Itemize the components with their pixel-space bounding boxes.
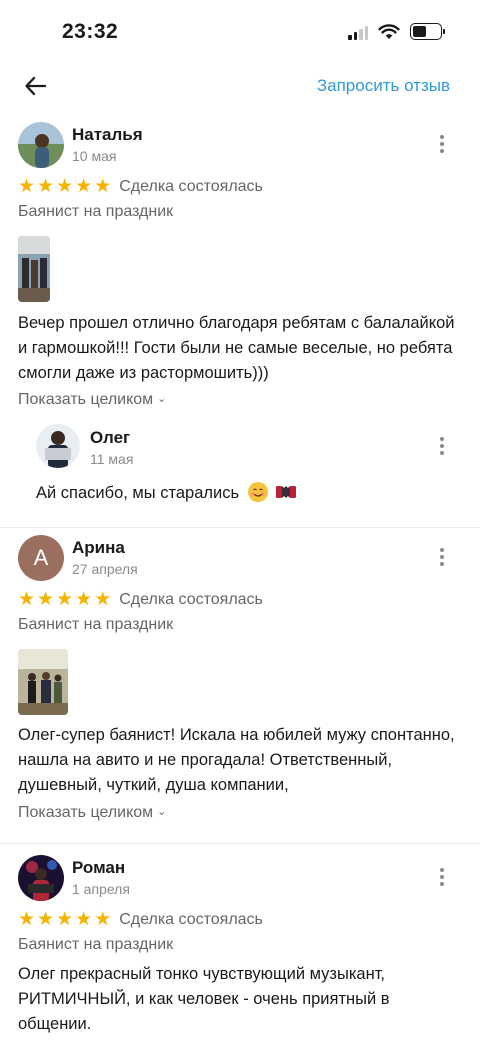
review-text: Олег-супер баянист! Искала на юбилей муж… [18, 726, 455, 794]
review-photo[interactable] [18, 236, 50, 302]
review-photo[interactable] [18, 649, 68, 715]
accordion-emoji-icon [276, 486, 297, 498]
rating-row: ★ ★ ★ ★ ★ Сделка состоялась [18, 590, 263, 609]
review-author: Роман [72, 858, 126, 877]
service-name: Баянист на праздник [18, 203, 174, 220]
review-date: 1 апреля [72, 881, 130, 897]
service-name: Баянист на праздник [18, 936, 174, 953]
show-more-label: Показать целиком [18, 804, 154, 821]
star-icon: ★ [56, 176, 74, 197]
review-date: 10 мая [72, 148, 117, 164]
chevron-down-icon: ⌄ [157, 806, 167, 818]
review-date: 27 апреля [72, 561, 138, 577]
reply-avatar[interactable] [36, 424, 80, 468]
status-icons [348, 23, 445, 40]
star-icon: ★ [94, 909, 112, 930]
back-arrow-icon[interactable] [22, 72, 50, 100]
divider [0, 843, 480, 844]
reply-text: Ай спасибо, мы старались [36, 482, 297, 503]
star-icon: ★ [56, 589, 74, 610]
deal-status: Сделка состоялась [119, 177, 263, 195]
star-icon: ★ [75, 909, 93, 930]
battery-icon [410, 23, 445, 40]
reply-author: Олег [90, 428, 131, 447]
reply-text-content: Ай спасибо, мы старались [36, 484, 240, 502]
review-text: Олег прекрасный тонко чувствующий музыка… [18, 965, 390, 1033]
more-options-icon[interactable] [434, 866, 450, 888]
star-icon: ★ [94, 176, 112, 197]
reply-date: 11 мая [90, 451, 134, 467]
deal-status: Сделка состоялась [119, 590, 263, 608]
star-icon: ★ [75, 589, 93, 610]
more-options-icon[interactable] [434, 435, 450, 457]
signal-icon [348, 24, 368, 40]
wifi-icon [378, 23, 400, 39]
request-review-link[interactable]: Запросить отзыв [317, 76, 450, 96]
avatar[interactable] [18, 122, 64, 168]
avatar[interactable] [18, 855, 64, 901]
star-icon: ★ [18, 176, 36, 197]
divider [0, 527, 480, 528]
rating-row: ★ ★ ★ ★ ★ Сделка состоялась [18, 910, 263, 929]
star-icon: ★ [37, 176, 55, 197]
star-icon: ★ [18, 909, 36, 930]
star-icon: ★ [75, 176, 93, 197]
more-options-icon[interactable] [434, 133, 450, 155]
nav-bar: Запросить отзыв [0, 64, 480, 108]
service-name: Баянист на праздник [18, 616, 174, 633]
star-icon: ★ [56, 909, 74, 930]
avatar[interactable]: А [18, 535, 64, 581]
rating-row: ★ ★ ★ ★ ★ Сделка состоялась [18, 177, 263, 196]
review-author: Наталья [72, 125, 143, 144]
review-text: Вечер прошел отлично благодаря ребятам с… [18, 314, 455, 382]
show-more-link[interactable]: Показать целиком ⌄ [18, 391, 166, 409]
show-more-label: Показать целиком [18, 391, 154, 408]
star-icon: ★ [18, 589, 36, 610]
chevron-down-icon: ⌄ [157, 393, 167, 405]
star-icon: ★ [37, 909, 55, 930]
status-time: 23:32 [62, 20, 119, 43]
status-bar: 23:32 [0, 0, 480, 64]
deal-status: Сделка состоялась [119, 910, 263, 928]
show-more-link[interactable]: Показать целиком ⌄ [18, 804, 166, 822]
more-options-icon[interactable] [434, 546, 450, 568]
star-icon: ★ [94, 589, 112, 610]
avatar-letter: А [33, 545, 49, 570]
smiling-face-emoji-icon [247, 482, 268, 502]
star-icon: ★ [37, 589, 55, 610]
review-author: Арина [72, 538, 125, 557]
